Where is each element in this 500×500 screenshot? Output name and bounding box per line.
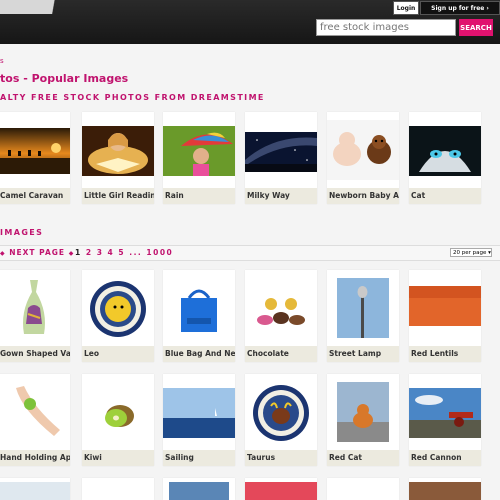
page-subtitle: ALTY FREE STOCK PHOTOS FROM DREAMSTIME [0,93,265,102]
grid-card-red-cannon[interactable]: Red Cannon [409,374,481,466]
gown-vase-thumbnail[interactable] [0,278,70,338]
login-button[interactable]: Login [393,1,419,15]
grid-card-gown-shaped-vase[interactable]: Gown Shaped Vas [0,270,70,362]
card-caption[interactable]: Red Cannon [409,450,481,466]
card-caption[interactable]: Leo [82,346,154,362]
card-caption[interactable]: Street Lamp [327,346,399,362]
card-caption[interactable]: Sailing [163,450,235,466]
grid-card-partial[interactable] [163,478,235,500]
card-caption[interactable]: Red Lentils [409,346,481,362]
kiwi-thumbnail[interactable] [82,382,154,442]
camel-caravan-thumbnail[interactable] [0,120,70,180]
popular-card-camel-caravan[interactable]: Camel Caravan [0,112,70,204]
card-caption[interactable]: Chocolate [245,346,317,362]
next-arrow-icon: ◆ [68,250,75,257]
images-section-title: IMAGES [0,228,44,237]
popular-card-milky-way[interactable]: Milky Way [245,112,317,204]
red-cannon-thumbnail[interactable] [409,382,481,442]
page-link[interactable]: 2 [86,248,93,257]
leo-thumbnail[interactable] [82,278,154,338]
grid-card-kiwi[interactable]: Kiwi [82,374,154,466]
little-girl-reading-thumbnail[interactable] [82,120,154,180]
grid-card-hand-holding-apple[interactable]: Hand Holding App [0,374,70,466]
popular-card-rain[interactable]: Rain [163,112,235,204]
next-page-label: NEXT PAGE [9,248,66,257]
red-lentils-thumbnail[interactable] [409,278,481,338]
blue-bag-thumbnail[interactable] [163,278,235,338]
partial-thumbnail[interactable] [409,482,481,500]
page-link-last[interactable]: 1000 [146,248,173,257]
per-page-select[interactable]: 20 per page ▾ [450,248,492,257]
sailing-thumbnail[interactable] [163,382,235,442]
grid-card-partial[interactable] [82,478,154,500]
breadcrumb[interactable]: s [0,57,4,65]
grid-card-blue-bag[interactable]: Blue Bag And Nec [163,270,235,362]
page-numbers: 1 2 3 4 5 ... 1000 [75,248,173,257]
page-ellipsis: ... [129,248,143,257]
grid-card-street-lamp[interactable]: Street Lamp [327,270,399,362]
card-caption[interactable]: Gown Shaped Vas [0,346,70,362]
per-page-label: 20 per page [453,250,487,256]
signup-label: Sign up for free [431,4,485,12]
grid-card-red-lentils[interactable]: Red Lentils [409,270,481,362]
grid-card-leo[interactable]: Leo [82,270,154,362]
hand-apple-thumbnail[interactable] [0,382,70,442]
card-caption[interactable]: Blue Bag And Nec [163,346,235,362]
card-caption[interactable]: Cat [409,188,481,204]
pager-bar: ◆ NEXT PAGE ◆ 1 2 3 4 5 ... 1000 20 per … [0,245,500,261]
page-link[interactable]: 4 [108,248,115,257]
red-cat-thumbnail[interactable] [327,382,399,442]
signup-arrow-icon: › [486,4,489,12]
popular-card-newborn-baby[interactable]: Newborn Baby An [327,112,399,204]
grid-card-sailing[interactable]: Sailing [163,374,235,466]
card-caption[interactable]: Taurus [245,450,317,466]
card-caption[interactable]: Kiwi [82,450,154,466]
grid-card-taurus[interactable]: Taurus [245,374,317,466]
header-tab-shape [0,0,75,14]
page-link[interactable]: 5 [118,248,125,257]
card-caption[interactable]: Red Cat [327,450,399,466]
cat-thumbnail[interactable] [409,120,481,180]
newborn-baby-thumbnail[interactable] [327,120,399,180]
partial-thumbnail[interactable] [169,482,229,500]
grid-card-partial[interactable] [245,478,317,500]
card-caption[interactable]: Rain [163,188,235,204]
grid-card-red-cat[interactable]: Red Cat [327,374,399,466]
next-page-link[interactable]: ◆ NEXT PAGE ◆ [0,248,74,257]
page-link[interactable]: 3 [97,248,104,257]
milky-way-thumbnail[interactable] [245,120,317,180]
search-input[interactable] [316,19,456,36]
taurus-thumbnail[interactable] [245,382,317,442]
popular-card-cat[interactable]: Cat [409,112,481,204]
street-lamp-thumbnail[interactable] [327,278,399,338]
grid-card-partial[interactable] [0,478,70,500]
chocolate-thumbnail[interactable] [245,278,317,338]
card-caption[interactable]: Hand Holding App [0,450,70,466]
card-caption[interactable]: Little Girl Reading [82,188,154,204]
current-page: 1 [75,248,82,257]
popular-card-little-girl-reading[interactable]: Little Girl Reading [82,112,154,204]
card-caption[interactable]: Newborn Baby An [327,188,399,204]
rain-thumbnail[interactable] [163,120,235,180]
grid-card-chocolate[interactable]: Chocolate [245,270,317,362]
card-caption[interactable]: Milky Way [245,188,317,204]
grid-card-partial[interactable] [409,478,481,500]
partial-thumbnail[interactable] [245,482,317,500]
chevron-down-icon: ▾ [488,250,491,256]
card-caption[interactable]: Camel Caravan [0,188,70,204]
search-button[interactable]: SEARCH [459,19,493,36]
next-arrow-icon: ◆ [0,250,6,257]
page-title: tos - Popular Images [0,72,129,85]
partial-thumbnail[interactable] [0,482,70,500]
signup-button[interactable]: Sign up for free › [420,1,500,15]
grid-card-partial[interactable] [327,478,399,500]
